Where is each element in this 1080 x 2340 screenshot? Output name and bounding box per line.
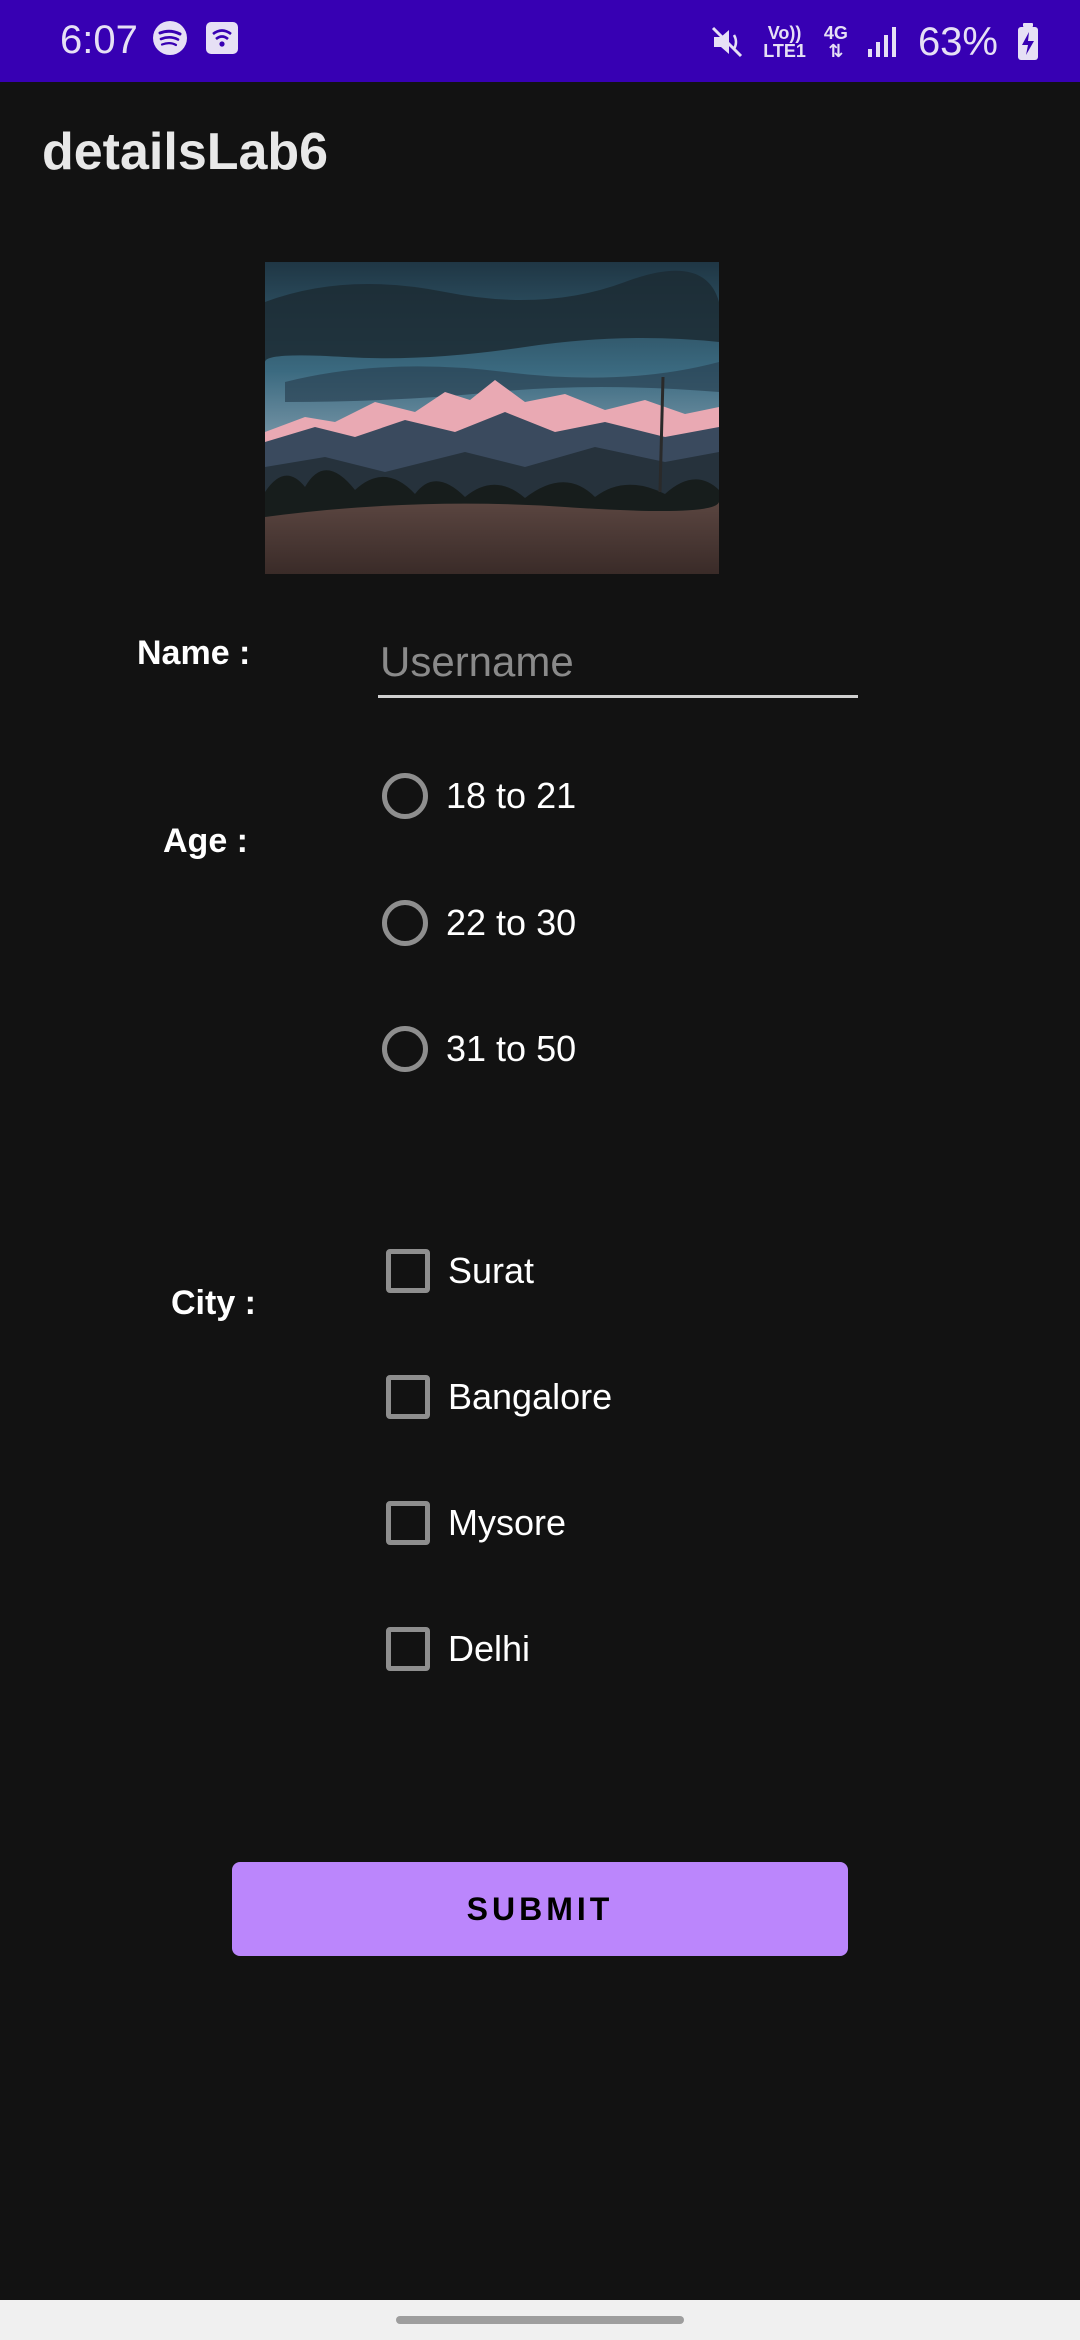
- checkbox[interactable]: [386, 1375, 430, 1419]
- age-option-label: 18 to 21: [446, 775, 577, 816]
- age-option-label: 22 to 30: [446, 902, 577, 943]
- network-type-label: 4G: [823, 23, 848, 43]
- city-option-label: Surat: [448, 1250, 535, 1291]
- radio-button[interactable]: [382, 773, 428, 819]
- city-option-bangalore[interactable]: Bangalore: [382, 1367, 612, 1427]
- age-label: Age :: [163, 822, 248, 860]
- volte-icon: Vo)) LTE1: [763, 24, 806, 60]
- home-handle[interactable]: [396, 2316, 684, 2324]
- checkbox[interactable]: [386, 1627, 430, 1671]
- age-option-22-to-30[interactable]: 22 to 30: [382, 893, 576, 953]
- signal-icon: [867, 27, 896, 57]
- landscape-image: [265, 262, 719, 574]
- name-label: Name :: [137, 634, 251, 672]
- age-option-31-to-50[interactable]: 31 to 50: [382, 1019, 576, 1079]
- checkbox[interactable]: [386, 1249, 430, 1293]
- wifi-calling-icon: [206, 22, 238, 54]
- app-title: detailsLab6: [42, 123, 329, 181]
- username-input[interactable]: [378, 628, 858, 698]
- city-option-label: Bangalore: [448, 1376, 613, 1417]
- gesture-nav-bar: [0, 2300, 1080, 2340]
- volte-bottom-label: LTE1: [763, 41, 806, 61]
- battery-charging-icon: [1018, 23, 1038, 60]
- radio-button[interactable]: [382, 1026, 428, 1072]
- age-option-label: 31 to 50: [446, 1028, 577, 1069]
- battery-percent: 63%: [917, 19, 998, 64]
- city-option-mysore[interactable]: Mysore: [382, 1493, 566, 1553]
- status-time: 6:07: [60, 18, 138, 62]
- radio-button[interactable]: [382, 900, 428, 946]
- checkbox[interactable]: [386, 1501, 430, 1545]
- volte-top-label: Vo)): [767, 23, 802, 43]
- mute-vibrate-icon: [712, 26, 743, 58]
- submit-button[interactable]: SUBMIT: [232, 1862, 848, 1956]
- city-option-surat[interactable]: Surat: [382, 1241, 534, 1301]
- city-option-delhi[interactable]: Delhi: [382, 1619, 530, 1679]
- data-arrows-icon: ⇅: [828, 41, 844, 61]
- city-label: City :: [171, 1284, 256, 1322]
- 4g-data-icon: 4G ⇅: [824, 24, 848, 60]
- city-option-label: Mysore: [448, 1502, 567, 1543]
- age-option-18-to-21[interactable]: 18 to 21: [382, 766, 576, 826]
- status-right-group: Vo)) LTE1 4G ⇅ 63%: [709, 14, 1040, 70]
- status-bar: 6:07 Vo)) LTE1 4G ⇅ 63%: [0, 0, 1080, 82]
- spotify-icon: [153, 21, 187, 55]
- city-option-label: Delhi: [448, 1628, 531, 1669]
